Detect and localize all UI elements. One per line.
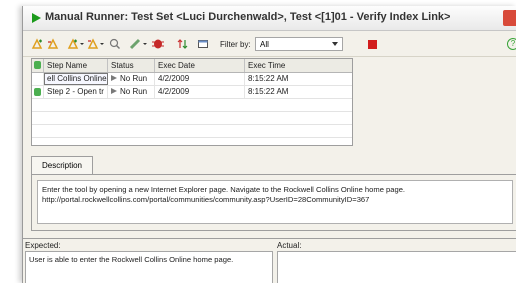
defects-icon[interactable] [151, 37, 167, 50]
run-play-icon [32, 13, 41, 23]
attach-icon[interactable] [129, 38, 149, 50]
step-name-cell[interactable]: ell Collins Online [44, 73, 108, 85]
step-name-cell[interactable]: Step 2 - Open tr [44, 86, 108, 98]
add-step-after-icon[interactable] [47, 38, 59, 50]
status-cell[interactable]: No Run [108, 86, 155, 98]
title-bar: Manual Runner: Test Set <Luci Durchenwal… [23, 6, 516, 31]
step-flag-icon [34, 88, 41, 96]
table-header: Step Name Status Exec Date Exec Time [32, 59, 352, 73]
header-exec-date[interactable]: Exec Date [155, 59, 245, 72]
status-text: No Run [120, 74, 148, 83]
chevron-down-icon [332, 42, 338, 46]
description-text[interactable]: Enter the tool by opening a new Internet… [37, 180, 513, 224]
filter-value: All [260, 40, 269, 49]
find-icon[interactable] [109, 38, 121, 50]
exec-date-cell[interactable]: 4/2/2009 [155, 86, 245, 98]
header-flag-col [32, 59, 44, 72]
manual-runner-window: Manual Runner: Test Set <Luci Durchenwal… [22, 6, 516, 283]
window-title: Manual Runner: Test Set <Luci Durchenwal… [45, 11, 451, 23]
table-row [32, 99, 352, 112]
step-flag-icon [34, 61, 41, 69]
table-row [32, 112, 352, 125]
paste-step-icon[interactable] [87, 38, 105, 50]
row-flag [32, 73, 44, 85]
header-step-name[interactable]: Step Name [44, 59, 108, 72]
steps-table: Step Name Status Exec Date Exec Time ell… [31, 58, 353, 146]
table-row[interactable]: Step 2 - Open tr No Run 4/2/2009 8:15:22… [32, 86, 352, 99]
add-step-icon[interactable] [31, 38, 43, 50]
help-icon[interactable]: ? [507, 38, 516, 50]
toolbar: Filter by: All ? [23, 32, 516, 57]
filter-label: Filter by: [220, 40, 251, 49]
tab-description[interactable]: Description [31, 156, 93, 174]
run-arrow-icon [111, 88, 117, 94]
actual-label: Actual: [277, 241, 302, 250]
stop-icon[interactable] [368, 40, 377, 49]
window-icon[interactable] [197, 38, 209, 50]
header-exec-time[interactable]: Exec Time [245, 59, 352, 72]
results-area: Expected: User is able to enter the Rock… [23, 238, 516, 283]
row-flag [32, 86, 44, 98]
exec-time-cell[interactable]: 8:15:22 AM [245, 86, 352, 98]
status-cell[interactable]: No Run [108, 73, 155, 85]
expected-label: Expected: [25, 241, 61, 250]
copy-step-icon[interactable] [67, 38, 85, 50]
exec-date-cell[interactable]: 4/2/2009 [155, 73, 245, 85]
header-status[interactable]: Status [108, 59, 155, 72]
description-url: http://portal.rockwellcollins.com/portal… [42, 195, 370, 204]
status-text: No Run [120, 87, 148, 96]
expected-text-box[interactable]: User is able to enter the Rockwell Colli… [25, 251, 273, 283]
filter-select[interactable]: All [255, 37, 343, 51]
exec-time-cell[interactable]: 8:15:22 AM [245, 73, 352, 85]
tab-strip: Description [31, 156, 516, 175]
sort-icon[interactable] [177, 38, 189, 50]
description-panel: Enter the tool by opening a new Internet… [31, 175, 516, 231]
table-row[interactable]: ell Collins Online No Run 4/2/2009 8:15:… [32, 73, 352, 86]
actual-text-box[interactable] [277, 251, 516, 283]
table-row [32, 125, 352, 138]
run-arrow-icon [111, 75, 117, 81]
close-icon[interactable] [503, 10, 516, 26]
description-line: Enter the tool by opening a new Internet… [42, 185, 406, 194]
